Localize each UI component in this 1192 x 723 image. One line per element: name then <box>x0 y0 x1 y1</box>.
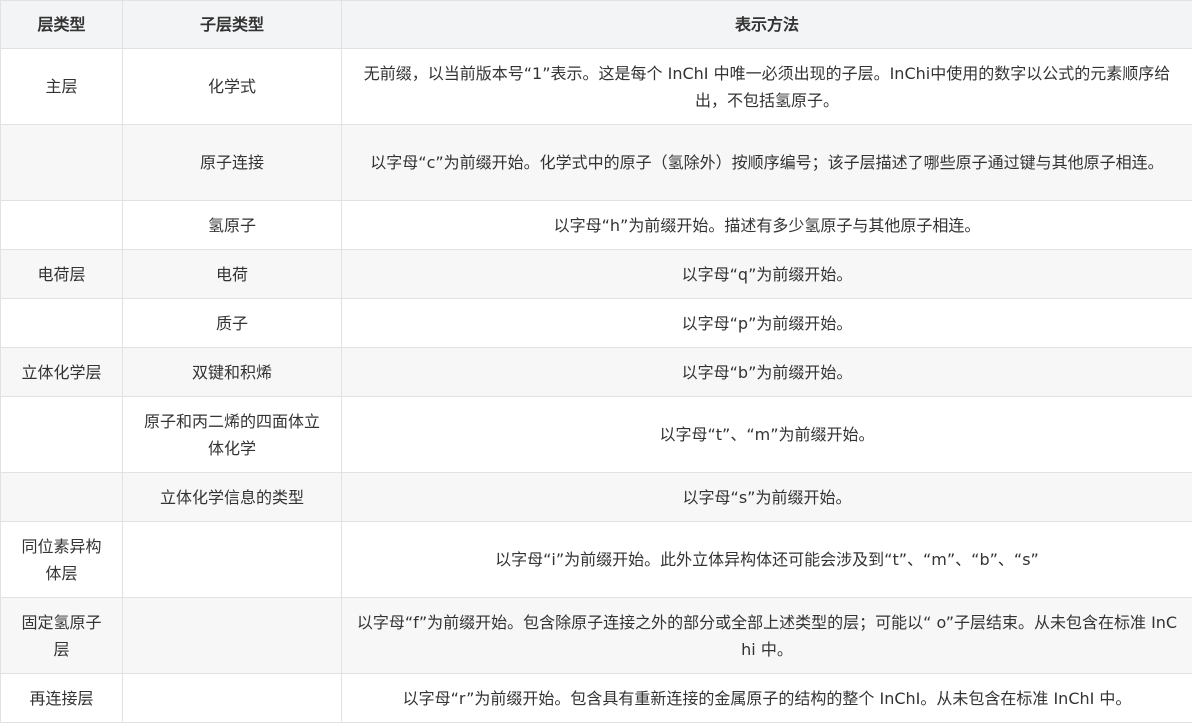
cell-sublayer-type: 氢原子 <box>123 201 342 250</box>
cell-layer-type: 立体化学层 <box>1 348 123 397</box>
cell-method: 以字母“s”为前缀开始。 <box>342 473 1192 522</box>
cell-sublayer-type: 立体化学信息的类型 <box>123 473 342 522</box>
cell-method: 以字母“i”为前缀开始。此外立体异构体还可能会涉及到“t”、“m”、“b”、“s… <box>342 522 1192 598</box>
header-sublayer-type: 子层类型 <box>123 1 342 49</box>
table-row: 电荷层 电荷 以字母“q”为前缀开始。 <box>1 250 1192 299</box>
table-row: 质子 以字母“p”为前缀开始。 <box>1 299 1192 348</box>
cell-sublayer-type <box>123 522 342 598</box>
table-row: 同位素异构体层 以字母“i”为前缀开始。此外立体异构体还可能会涉及到“t”、“m… <box>1 522 1192 598</box>
cell-sublayer-type: 原子和丙二烯的四面体立体化学 <box>123 397 342 473</box>
cell-method: 以字母“r”为前缀开始。包含具有重新连接的金属原子的结构的整个 InChI。从未… <box>342 674 1192 723</box>
table-body: 主层 化学式 无前缀，以当前版本号“1”表示。这是每个 InChI 中唯一必须出… <box>1 49 1192 723</box>
table-row: 固定氢原子层 以字母“f”为前缀开始。包含除原子连接之外的部分或全部上述类型的层… <box>1 598 1192 674</box>
cell-layer-type <box>1 473 123 522</box>
cell-layer-type: 再连接层 <box>1 674 123 723</box>
header-row: 层类型 子层类型 表示方法 <box>1 1 1192 49</box>
header-layer-type: 层类型 <box>1 1 123 49</box>
cell-layer-type: 主层 <box>1 49 123 125</box>
cell-sublayer-type: 化学式 <box>123 49 342 125</box>
cell-sublayer-type: 双键和积烯 <box>123 348 342 397</box>
cell-method: 以字母“t”、“m”为前缀开始。 <box>342 397 1192 473</box>
cell-sublayer-type: 质子 <box>123 299 342 348</box>
cell-method: 以字母“c”为前缀开始。化学式中的原子（氢除外）按顺序编号；该子层描述了哪些原子… <box>342 125 1192 201</box>
table-row: 立体化学层 双键和积烯 以字母“b”为前缀开始。 <box>1 348 1192 397</box>
inchi-layers-table: 层类型 子层类型 表示方法 主层 化学式 无前缀，以当前版本号“1”表示。这是每… <box>0 0 1192 723</box>
cell-layer-type <box>1 299 123 348</box>
table-row: 再连接层 以字母“r”为前缀开始。包含具有重新连接的金属原子的结构的整个 InC… <box>1 674 1192 723</box>
cell-method: 无前缀，以当前版本号“1”表示。这是每个 InChI 中唯一必须出现的子层。In… <box>342 49 1192 125</box>
table-row: 主层 化学式 无前缀，以当前版本号“1”表示。这是每个 InChI 中唯一必须出… <box>1 49 1192 125</box>
cell-layer-type: 固定氢原子层 <box>1 598 123 674</box>
cell-method: 以字母“h”为前缀开始。描述有多少氢原子与其他原子相连。 <box>342 201 1192 250</box>
cell-layer-type <box>1 125 123 201</box>
cell-sublayer-type: 电荷 <box>123 250 342 299</box>
cell-layer-type <box>1 397 123 473</box>
cell-method: 以字母“q”为前缀开始。 <box>342 250 1192 299</box>
cell-method: 以字母“f”为前缀开始。包含除原子连接之外的部分或全部上述类型的层；可能以“ o… <box>342 598 1192 674</box>
cell-layer-type <box>1 201 123 250</box>
cell-sublayer-type <box>123 674 342 723</box>
cell-layer-type: 电荷层 <box>1 250 123 299</box>
cell-layer-type: 同位素异构体层 <box>1 522 123 598</box>
table-row: 原子连接 以字母“c”为前缀开始。化学式中的原子（氢除外）按顺序编号；该子层描述… <box>1 125 1192 201</box>
cell-sublayer-type: 原子连接 <box>123 125 342 201</box>
table-row: 原子和丙二烯的四面体立体化学 以字母“t”、“m”为前缀开始。 <box>1 397 1192 473</box>
table-header: 层类型 子层类型 表示方法 <box>1 1 1192 49</box>
cell-method: 以字母“b”为前缀开始。 <box>342 348 1192 397</box>
table-row: 立体化学信息的类型 以字母“s”为前缀开始。 <box>1 473 1192 522</box>
cell-sublayer-type <box>123 598 342 674</box>
table-row: 氢原子 以字母“h”为前缀开始。描述有多少氢原子与其他原子相连。 <box>1 201 1192 250</box>
cell-method: 以字母“p”为前缀开始。 <box>342 299 1192 348</box>
header-method: 表示方法 <box>342 1 1192 49</box>
